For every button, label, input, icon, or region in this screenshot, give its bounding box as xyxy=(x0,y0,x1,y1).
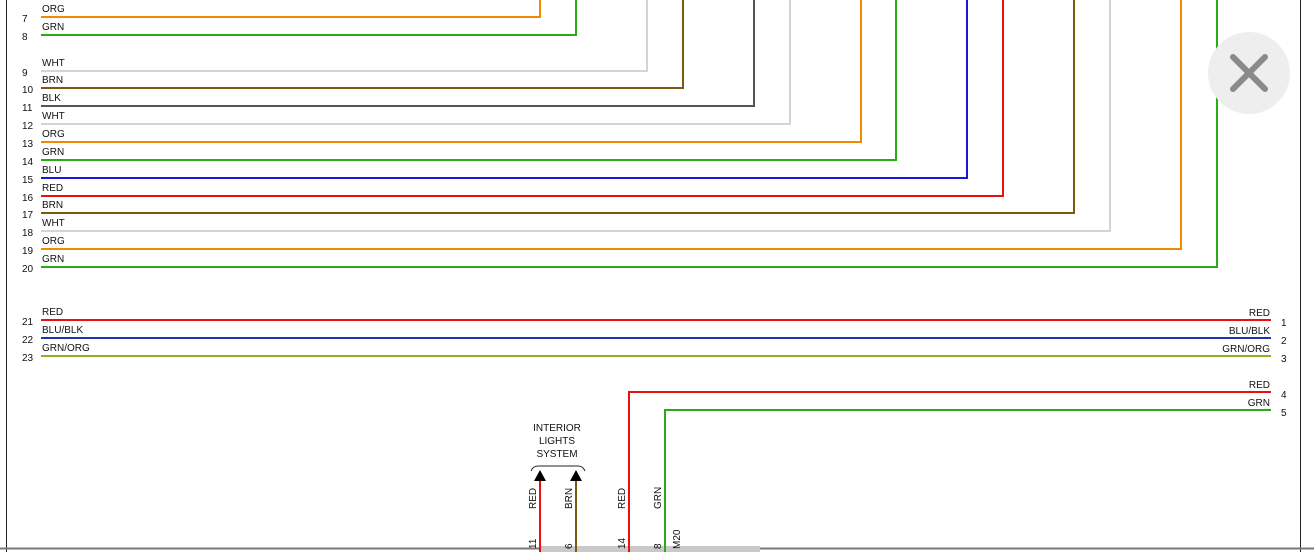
pin-number: 20 xyxy=(22,264,34,275)
vertical-pin-number: 6 xyxy=(564,543,575,549)
wire-color-label: BLK xyxy=(42,93,61,104)
pin-number-left: 22 xyxy=(22,335,34,346)
wire-color-label: BLU xyxy=(42,165,61,176)
wire-layer xyxy=(41,0,1271,552)
interior-lights-title: INTERIOR xyxy=(533,423,581,434)
vertical-wire-color-label: RED xyxy=(528,488,539,509)
pin-number: 9 xyxy=(22,68,28,79)
wire-color-label: GRN xyxy=(42,254,64,265)
pin-number-right: 4 xyxy=(1281,390,1287,401)
pin-number-right: 3 xyxy=(1281,354,1287,365)
arrow-up-icon xyxy=(570,470,582,481)
pin-number: 16 xyxy=(22,193,34,204)
wire-color-label-right: GRN xyxy=(1248,398,1270,409)
wire-color-label-left: GRN/ORG xyxy=(42,343,90,354)
pin-number-right: 1 xyxy=(1281,318,1287,329)
wire-color-label-right: BLU/BLK xyxy=(1229,326,1270,337)
wiring-diagram: ORG7GRN8WHT9BRN10BLK11WHT12ORG13GRN14BLU… xyxy=(0,0,1314,552)
wire-20-grn xyxy=(41,0,1218,268)
interior-lights-bracket xyxy=(530,465,586,472)
wire-color-label: BRN xyxy=(42,200,63,211)
vertical-pin-number: 11 xyxy=(528,538,539,549)
wire-color-label: GRN xyxy=(42,22,64,33)
wire-color-label: GRN xyxy=(42,147,64,158)
pin-number: 11 xyxy=(22,103,33,114)
wire-4-red xyxy=(628,391,1271,552)
wire-color-label: BRN xyxy=(42,75,63,86)
wire-5-grn xyxy=(664,409,1271,552)
vertical-pin-number: 8 xyxy=(653,543,664,549)
close-button[interactable] xyxy=(1208,32,1290,114)
pin-number-right: 5 xyxy=(1281,408,1287,419)
wire-7-org xyxy=(41,0,541,18)
pin-number: 12 xyxy=(22,121,34,132)
pin-number: 19 xyxy=(22,246,34,257)
wire-color-label-left: RED xyxy=(42,307,63,318)
wire-color-label-right: RED xyxy=(1249,308,1270,319)
wire-color-label: WHT xyxy=(42,218,65,229)
vertical-pin-number: 14 xyxy=(617,537,628,549)
label-layer: ORG7GRN8WHT9BRN10BLK11WHT12ORG13GRN14BLU… xyxy=(22,4,1287,549)
wire-color-label: WHT xyxy=(42,111,65,122)
wire-color-label: ORG xyxy=(42,236,65,247)
wire-color-label: WHT xyxy=(42,58,65,69)
wire-color-label-right: GRN/ORG xyxy=(1222,344,1270,355)
pin-number: 14 xyxy=(22,157,34,168)
pin-number-left: 23 xyxy=(22,353,34,364)
connector-label: M20 xyxy=(672,529,683,549)
pin-number: 7 xyxy=(22,14,28,25)
pin-number: 17 xyxy=(22,210,34,221)
arrow-up-icon xyxy=(534,470,546,481)
pin-number: 10 xyxy=(22,85,34,96)
pin-number: 15 xyxy=(22,175,34,186)
wire-color-label-left: BLU/BLK xyxy=(42,325,83,336)
pin-number: 13 xyxy=(22,139,34,150)
wire-10-brn xyxy=(41,0,684,89)
wire-color-label: ORG xyxy=(42,129,65,140)
vertical-wire-color-label: GRN xyxy=(653,487,664,509)
pin-number: 18 xyxy=(22,228,34,239)
interior-lights-title: LIGHTS xyxy=(539,436,575,447)
wire-14-grn xyxy=(41,0,897,161)
pin-number: 8 xyxy=(22,32,28,43)
vertical-wire-color-label: BRN xyxy=(564,488,575,509)
pin-number-right: 2 xyxy=(1281,336,1287,347)
wire-color-label-right: RED xyxy=(1249,380,1270,391)
wire-16-red xyxy=(41,0,1004,197)
close-icon xyxy=(1230,54,1268,92)
interior-lights-title: SYSTEM xyxy=(536,449,577,460)
vertical-wire-color-label: RED xyxy=(617,488,628,509)
pin-number-left: 21 xyxy=(22,317,34,328)
wire-color-label: ORG xyxy=(42,4,65,15)
wire-color-label: RED xyxy=(42,183,63,194)
